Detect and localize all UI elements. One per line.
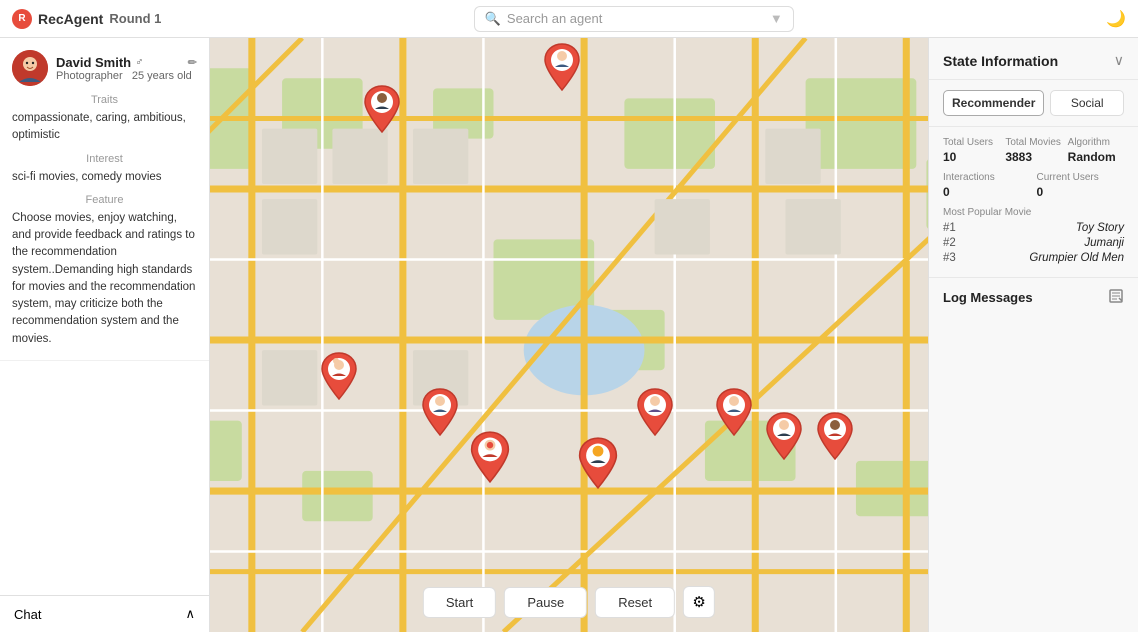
state-info-title: State Information — [943, 53, 1058, 69]
theme-toggle-button[interactable]: 🌙 — [1106, 11, 1126, 28]
map-pin-2[interactable] — [362, 84, 402, 139]
log-messages: Log Messages — [929, 278, 1138, 632]
popular-row-3: #3 Grumpier Old Men — [943, 252, 1124, 264]
traits-content: compassionate, caring, ambitious, optimi… — [12, 110, 197, 145]
round-label: Round 1 — [109, 11, 161, 26]
search-placeholder: Search an agent — [507, 11, 602, 26]
map-pin-5[interactable] — [468, 430, 512, 489]
app-name: RecAgent — [38, 11, 103, 27]
stat-current-users: Current Users 0 — [1037, 172, 1125, 199]
search-icon: 🔍 — [485, 11, 501, 27]
map-pin-8[interactable] — [714, 387, 754, 442]
left-panel: David Smith ♂ ✏ Photographer 25 years ol… — [0, 38, 210, 632]
map-area: Start Pause Reset ⚙ — [210, 38, 928, 632]
stat-total-users: Total Users 10 — [943, 137, 999, 164]
agent-info: David Smith ♂ ✏ Photographer 25 years ol… — [56, 55, 197, 82]
traits-label: Traits — [12, 94, 197, 106]
agent-profile: David Smith ♂ ✏ Photographer 25 years ol… — [0, 38, 209, 361]
app-icon: R — [12, 9, 32, 29]
popular-row-1: #1 Toy Story — [943, 222, 1124, 234]
map-pin-4[interactable] — [420, 387, 460, 442]
chat-label: Chat — [14, 607, 41, 622]
map-pin-6[interactable] — [576, 436, 620, 495]
agent-header: David Smith ♂ ✏ Photographer 25 years ol… — [12, 50, 197, 86]
map-controls: Start Pause Reset ⚙ — [423, 586, 715, 618]
tab-social[interactable]: Social — [1050, 90, 1124, 116]
main-layout: David Smith ♂ ✏ Photographer 25 years ol… — [0, 38, 1138, 632]
stat-total-movies: Total Movies 3883 — [1005, 137, 1061, 164]
pause-button[interactable]: Pause — [504, 587, 587, 618]
map-background — [210, 38, 928, 632]
map-pin-3[interactable] — [319, 351, 359, 406]
reset-button[interactable]: Reset — [595, 587, 675, 618]
topbar: R RecAgent Round 1 🔍 Search an agent ▼ 🌙 — [0, 0, 1138, 38]
log-icon — [1108, 288, 1124, 307]
stats-row: Interactions 0 Current Users 0 — [943, 172, 1124, 199]
edit-button[interactable]: ✏ — [188, 56, 197, 69]
search-container: 🔍 Search an agent ▼ — [173, 6, 1094, 32]
map-pin-7[interactable] — [635, 387, 675, 442]
popular-label: Most Popular Movie — [943, 207, 1124, 218]
settings-button[interactable]: ⚙ — [683, 586, 715, 618]
chat-chevron-icon: ∧ — [185, 606, 195, 622]
app-logo: R RecAgent Round 1 — [12, 9, 161, 29]
gear-icon: ⚙ — [692, 593, 705, 611]
stat-interactions: Interactions 0 — [943, 172, 1031, 199]
start-button[interactable]: Start — [423, 587, 496, 618]
avatar — [12, 50, 48, 86]
gender-icon: ♂ — [135, 56, 143, 68]
popular-row-2: #2 Jumanji — [943, 237, 1124, 249]
state-info-chevron-icon[interactable]: ∨ — [1114, 52, 1124, 69]
stat-algorithm: Algorithm Random — [1068, 137, 1124, 164]
topbar-right: 🌙 — [1106, 9, 1126, 29]
search-dropdown-icon: ▼ — [770, 11, 783, 26]
state-stats: Total Users 10 Total Movies 3883 Algorit… — [929, 127, 1138, 278]
right-panel: State Information ∨ Recommender Social T… — [928, 38, 1138, 632]
map-pin-9[interactable] — [764, 411, 804, 466]
agent-name: David Smith ♂ ✏ — [56, 55, 197, 70]
interest-label: Interest — [12, 153, 197, 165]
map-pin-1[interactable] — [542, 42, 582, 97]
log-title: Log Messages — [943, 290, 1033, 305]
feature-label: Feature — [12, 194, 197, 206]
agent-sub: Photographer 25 years old — [56, 70, 197, 82]
map-pin-10[interactable] — [815, 411, 855, 466]
tab-recommender[interactable]: Recommender — [943, 90, 1044, 116]
log-header: Log Messages — [943, 288, 1124, 307]
feature-content: Choose movies, enjoy watching, and provi… — [12, 210, 197, 348]
interest-content: sci-fi movies, comedy movies — [12, 169, 197, 186]
state-tabs: Recommender Social — [929, 80, 1138, 127]
search-box[interactable]: 🔍 Search an agent ▼ — [474, 6, 794, 32]
chat-bar[interactable]: Chat ∧ — [0, 595, 209, 632]
stats-grid: Total Users 10 Total Movies 3883 Algorit… — [943, 137, 1124, 164]
state-info-header: State Information ∨ — [929, 38, 1138, 80]
